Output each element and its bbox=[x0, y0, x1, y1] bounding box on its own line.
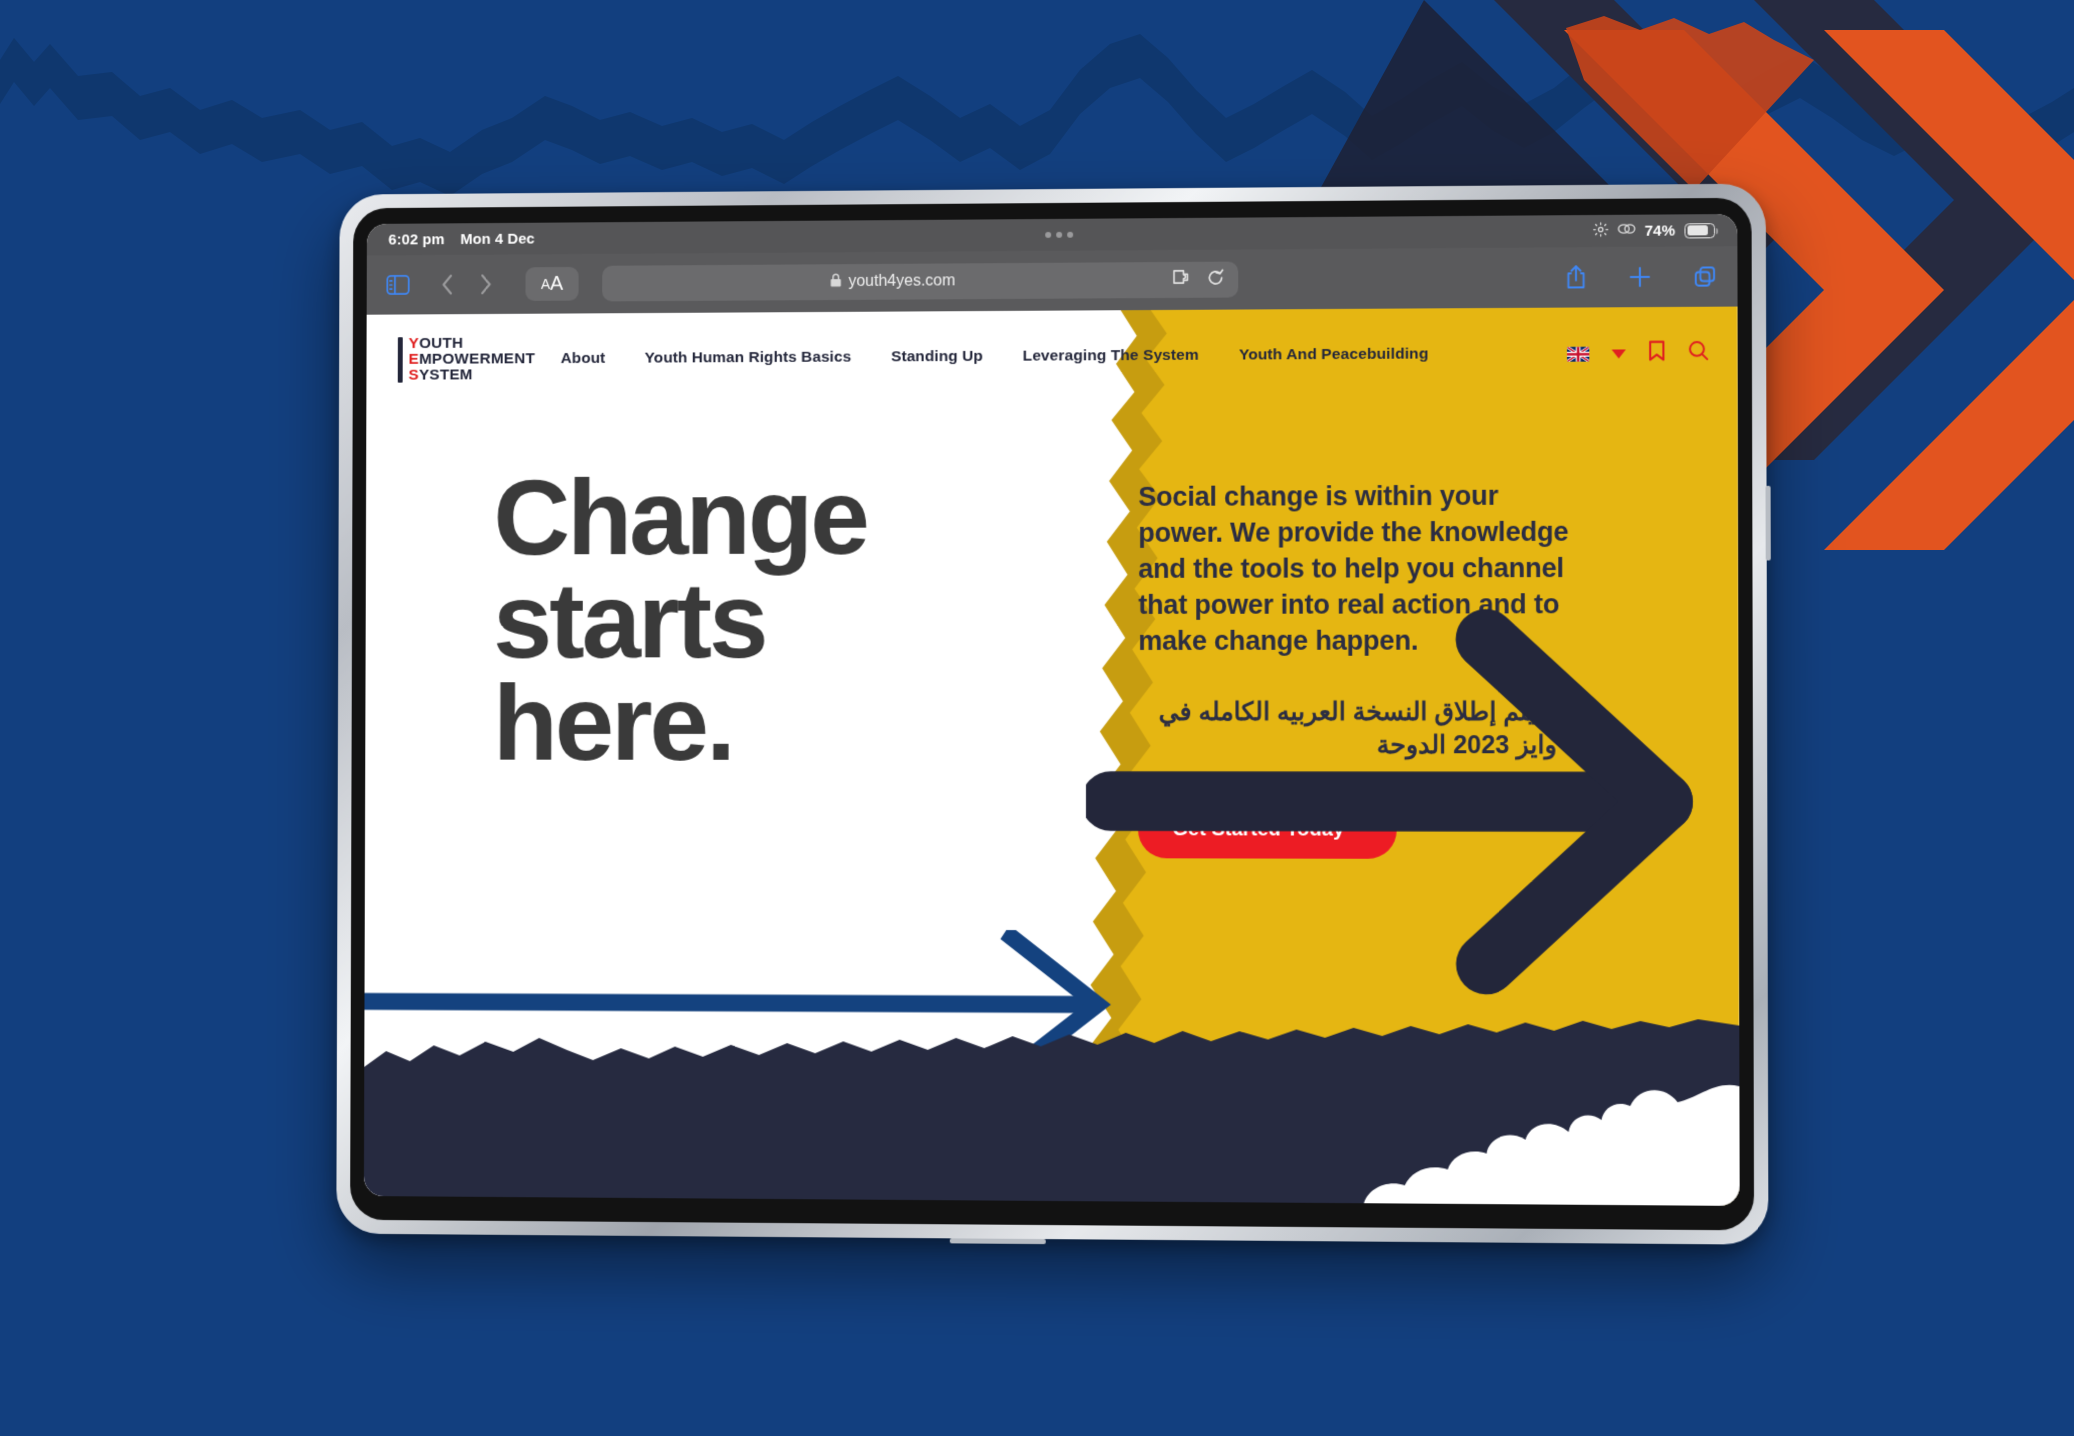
site-logo[interactable]: YOUTH EMPOWERMENT SYSTEM bbox=[397, 334, 536, 384]
nav-item-youth-human-rights-basics[interactable]: Youth Human Rights Basics bbox=[645, 349, 852, 368]
nav-item-standing-up[interactable]: Standing Up bbox=[891, 348, 983, 366]
hero-heading: Change starts here. bbox=[492, 455, 1100, 784]
new-tab-button[interactable] bbox=[1628, 265, 1652, 289]
tabs-icon[interactable] bbox=[1693, 264, 1717, 288]
browser-toolbar: AA youth4yes.com bbox=[366, 246, 1738, 315]
get-started-button[interactable]: Get Started Today bbox=[1138, 801, 1396, 859]
volume-buttons[interactable] bbox=[949, 1238, 1046, 1245]
logo-system-rest: YSTEM bbox=[418, 366, 473, 384]
nav-item-youth-and-peacebuilding[interactable]: Youth And Peacebuilding bbox=[1239, 345, 1429, 364]
logo-y: Y bbox=[408, 334, 420, 352]
tablet-screen: 6:02 pm Mon 4 Dec 74% A A youth4yes.com … bbox=[363, 213, 1740, 1206]
poster-canvas: 6:02 pm Mon 4 Dec 74% A A youth4yes.com … bbox=[0, 0, 2074, 1436]
tablet-device: 6:02 pm Mon 4 Dec 74% A A youth4yes.com … bbox=[336, 183, 1771, 1245]
battery-percent: 74% bbox=[1644, 221, 1676, 240]
url-text: youth4yes.com bbox=[848, 272, 956, 290]
lock-icon bbox=[830, 273, 842, 292]
battery-icon bbox=[1684, 222, 1719, 238]
multitask-handle[interactable] bbox=[1045, 231, 1074, 238]
logo-bar bbox=[397, 337, 403, 383]
hero-line-2: starts bbox=[493, 559, 766, 680]
nav-item-leveraging-the-system[interactable]: Leveraging The System bbox=[1023, 347, 1199, 366]
nav-links: About Youth Human Rights Basics Standing… bbox=[561, 345, 1567, 368]
logo-empowerment-rest: MPOWERMENT bbox=[418, 350, 536, 368]
puzzle-extension-icon[interactable] bbox=[1172, 269, 1191, 291]
status-date: Mon 4 Dec bbox=[460, 230, 535, 248]
nav-item-about[interactable]: About bbox=[561, 350, 606, 368]
sidebar-icon[interactable] bbox=[386, 275, 410, 295]
nav-right-actions bbox=[1567, 340, 1709, 367]
logo-youth-rest: OUTH bbox=[419, 334, 464, 352]
web-page: YOUTH EMPOWERMENT SYSTEM About Youth Hum… bbox=[363, 306, 1740, 1206]
share-icon[interactable] bbox=[1565, 264, 1587, 290]
power-button[interactable] bbox=[1765, 485, 1771, 561]
text-size-button[interactable]: AA bbox=[525, 266, 579, 301]
back-button[interactable] bbox=[441, 274, 454, 296]
text-size-large-a: A bbox=[550, 272, 564, 295]
uk-flag-icon[interactable] bbox=[1567, 346, 1589, 361]
status-time: 6:02 pm bbox=[388, 230, 445, 248]
bookmark-icon[interactable] bbox=[1648, 340, 1665, 366]
logo-s: S bbox=[408, 366, 419, 384]
address-bar[interactable]: youth4yes.com bbox=[602, 261, 1239, 302]
screen-mirroring-icon bbox=[1617, 222, 1635, 240]
chevron-down-icon[interactable] bbox=[1611, 348, 1626, 359]
site-navbar: YOUTH EMPOWERMENT SYSTEM About Youth Hum… bbox=[366, 307, 1737, 406]
text-size-small-a: A bbox=[540, 276, 551, 292]
hero-line-1: Change bbox=[493, 455, 867, 578]
logo-e: E bbox=[408, 350, 420, 368]
page-bottom-decoration bbox=[363, 1007, 1740, 1206]
logo-wordmark: YOUTH EMPOWERMENT SYSTEM bbox=[408, 334, 536, 384]
tablet-bezel: 6:02 pm Mon 4 Dec 74% A A youth4yes.com … bbox=[350, 197, 1755, 1231]
reload-icon[interactable] bbox=[1207, 268, 1224, 291]
search-icon[interactable] bbox=[1688, 340, 1709, 366]
brightness-icon bbox=[1593, 221, 1608, 240]
hero-line-3: here. bbox=[492, 662, 733, 784]
forward-button[interactable] bbox=[479, 273, 492, 295]
